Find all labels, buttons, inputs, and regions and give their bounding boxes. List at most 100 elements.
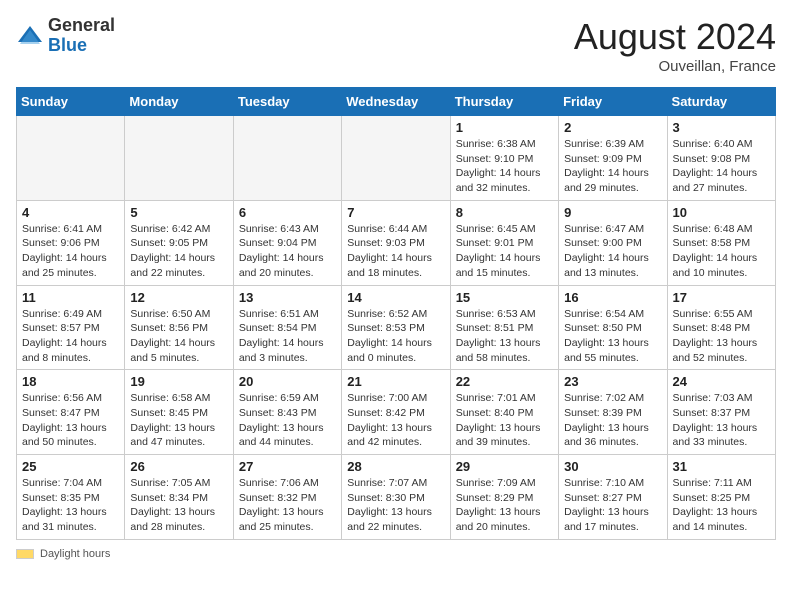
day-info: Sunrise: 6:39 AM Sunset: 9:09 PM Dayligh…: [564, 137, 661, 196]
day-info: Sunrise: 6:44 AM Sunset: 9:03 PM Dayligh…: [347, 222, 444, 281]
day-info: Sunrise: 6:42 AM Sunset: 9:05 PM Dayligh…: [130, 222, 227, 281]
day-number: 27: [239, 459, 336, 474]
logo-general: General: [48, 15, 115, 35]
calendar-cell: 26Sunrise: 7:05 AM Sunset: 8:34 PM Dayli…: [125, 455, 233, 540]
calendar-cell: 10 Sunrise: 6:48 AM Sunset: 8:58 PM Dayli…: [667, 200, 775, 285]
day-info: Sunrise: 7:10 AM Sunset: 8:27 PM Dayligh…: [564, 476, 661, 535]
calendar-week-row: 25Sunrise: 7:04 AM Sunset: 8:35 PM Dayli…: [17, 455, 776, 540]
calendar-cell: 8 Sunrise: 6:45 AM Sunset: 9:01 PM Daylig…: [450, 200, 558, 285]
day-info: Sunrise: 7:03 AM Sunset: 8:37 PM Dayligh…: [673, 391, 770, 450]
day-info: Sunrise: 7:00 AM Sunset: 8:42 PM Dayligh…: [347, 391, 444, 450]
calendar-cell: [17, 116, 125, 201]
day-info: Sunrise: 6:50 AM Sunset: 8:56 PM Dayligh…: [130, 307, 227, 366]
day-number: 16: [564, 290, 661, 305]
calendar-header-row: SundayMondayTuesdayWednesdayThursdayFrid…: [17, 88, 776, 116]
calendar-week-row: 1Sunrise: 6:38 AM Sunset: 9:10 PM Daylig…: [17, 116, 776, 201]
day-info: Sunrise: 6:41 AM Sunset: 9:06 PM Dayligh…: [22, 222, 119, 281]
day-info: Sunrise: 7:07 AM Sunset: 8:30 PM Dayligh…: [347, 476, 444, 535]
day-number: 2: [564, 120, 661, 135]
day-info: Sunrise: 6:40 AM Sunset: 9:08 PM Dayligh…: [673, 137, 770, 196]
location-subtitle: Ouveillan, France: [574, 58, 776, 75]
day-number: 26: [130, 459, 227, 474]
calendar-cell: 20Sunrise: 6:59 AM Sunset: 8:43 PM Dayli…: [233, 370, 341, 455]
day-number: 15: [456, 290, 553, 305]
calendar-cell: 13Sunrise: 6:51 AM Sunset: 8:54 PM Dayli…: [233, 285, 341, 370]
page-header: General Blue August 2024 Ouveillan, Fran…: [16, 16, 776, 75]
day-number: 21: [347, 374, 444, 389]
day-info: Sunrise: 6:38 AM Sunset: 9:10 PM Dayligh…: [456, 137, 553, 196]
day-info: Sunrise: 6:58 AM Sunset: 8:45 PM Dayligh…: [130, 391, 227, 450]
title-block: August 2024 Ouveillan, France: [574, 16, 776, 75]
day-number: 19: [130, 374, 227, 389]
day-info: Sunrise: 6:53 AM Sunset: 8:51 PM Dayligh…: [456, 307, 553, 366]
day-info: Sunrise: 7:06 AM Sunset: 8:32 PM Dayligh…: [239, 476, 336, 535]
calendar-cell: 1Sunrise: 6:38 AM Sunset: 9:10 PM Daylig…: [450, 116, 558, 201]
day-info: Sunrise: 7:02 AM Sunset: 8:39 PM Dayligh…: [564, 391, 661, 450]
day-number: 17: [673, 290, 770, 305]
day-number: 7: [347, 205, 444, 220]
calendar-header-wednesday: Wednesday: [342, 88, 450, 116]
day-info: Sunrise: 7:11 AM Sunset: 8:25 PM Dayligh…: [673, 476, 770, 535]
calendar-cell: 5 Sunrise: 6:42 AM Sunset: 9:05 PM Daylig…: [125, 200, 233, 285]
calendar-header-saturday: Saturday: [667, 88, 775, 116]
calendar-cell: [125, 116, 233, 201]
calendar-cell: 12Sunrise: 6:50 AM Sunset: 8:56 PM Dayli…: [125, 285, 233, 370]
day-info: Sunrise: 6:51 AM Sunset: 8:54 PM Dayligh…: [239, 307, 336, 366]
logo: General Blue: [16, 16, 115, 56]
calendar-cell: 4Sunrise: 6:41 AM Sunset: 9:06 PM Daylig…: [17, 200, 125, 285]
day-info: Sunrise: 6:47 AM Sunset: 9:00 PM Dayligh…: [564, 222, 661, 281]
day-info: Sunrise: 6:48 AM Sunset: 8:58 PM Dayligh…: [673, 222, 770, 281]
day-info: Sunrise: 6:52 AM Sunset: 8:53 PM Dayligh…: [347, 307, 444, 366]
calendar-week-row: 18Sunrise: 6:56 AM Sunset: 8:47 PM Dayli…: [17, 370, 776, 455]
day-number: 14: [347, 290, 444, 305]
day-info: Sunrise: 7:09 AM Sunset: 8:29 PM Dayligh…: [456, 476, 553, 535]
calendar-cell: 30 Sunrise: 7:10 AM Sunset: 8:27 PM Dayli…: [559, 455, 667, 540]
day-number: 28: [347, 459, 444, 474]
calendar-week-row: 11Sunrise: 6:49 AM Sunset: 8:57 PM Dayli…: [17, 285, 776, 370]
calendar-cell: 14 Sunrise: 6:52 AM Sunset: 8:53 PM Dayli…: [342, 285, 450, 370]
calendar-cell: 31 Sunrise: 7:11 AM Sunset: 8:25 PM Dayli…: [667, 455, 775, 540]
day-info: Sunrise: 6:45 AM Sunset: 9:01 PM Dayligh…: [456, 222, 553, 281]
calendar-header-tuesday: Tuesday: [233, 88, 341, 116]
calendar-cell: 28 Sunrise: 7:07 AM Sunset: 8:30 PM Dayli…: [342, 455, 450, 540]
day-number: 9: [564, 205, 661, 220]
daylight-bar-icon: [16, 549, 34, 559]
calendar-footer: Daylight hours: [16, 548, 776, 560]
day-number: 22: [456, 374, 553, 389]
day-number: 5: [130, 205, 227, 220]
calendar-cell: 27 Sunrise: 7:06 AM Sunset: 8:32 PM Dayli…: [233, 455, 341, 540]
day-number: 20: [239, 374, 336, 389]
calendar-cell: 16 Sunrise: 6:54 AM Sunset: 8:50 PM Dayli…: [559, 285, 667, 370]
calendar-header-monday: Monday: [125, 88, 233, 116]
calendar-header-sunday: Sunday: [17, 88, 125, 116]
month-year-title: August 2024: [574, 16, 776, 58]
day-info: Sunrise: 7:04 AM Sunset: 8:35 PM Dayligh…: [22, 476, 119, 535]
day-number: 30: [564, 459, 661, 474]
calendar-cell: 2 Sunrise: 6:39 AM Sunset: 9:09 PM Daylig…: [559, 116, 667, 201]
logo-blue: Blue: [48, 35, 87, 55]
calendar-header-thursday: Thursday: [450, 88, 558, 116]
calendar-cell: 6Sunrise: 6:43 AM Sunset: 9:04 PM Daylig…: [233, 200, 341, 285]
calendar-cell: 23Sunrise: 7:02 AM Sunset: 8:39 PM Dayli…: [559, 370, 667, 455]
calendar-cell: [342, 116, 450, 201]
day-number: 18: [22, 374, 119, 389]
calendar-header-friday: Friday: [559, 88, 667, 116]
day-number: 10: [673, 205, 770, 220]
day-number: 31: [673, 459, 770, 474]
day-info: Sunrise: 7:01 AM Sunset: 8:40 PM Dayligh…: [456, 391, 553, 450]
day-number: 8: [456, 205, 553, 220]
calendar-cell: [233, 116, 341, 201]
day-number: 29: [456, 459, 553, 474]
day-number: 6: [239, 205, 336, 220]
calendar-cell: 25Sunrise: 7:04 AM Sunset: 8:35 PM Dayli…: [17, 455, 125, 540]
calendar-cell: 29 Sunrise: 7:09 AM Sunset: 8:29 PM Dayli…: [450, 455, 558, 540]
calendar-table: SundayMondayTuesdayWednesdayThursdayFrid…: [16, 87, 776, 540]
calendar-cell: 19 Sunrise: 6:58 AM Sunset: 8:45 PM Dayli…: [125, 370, 233, 455]
calendar-week-row: 4Sunrise: 6:41 AM Sunset: 9:06 PM Daylig…: [17, 200, 776, 285]
calendar-cell: 22 Sunrise: 7:01 AM Sunset: 8:40 PM Dayli…: [450, 370, 558, 455]
day-info: Sunrise: 6:49 AM Sunset: 8:57 PM Dayligh…: [22, 307, 119, 366]
calendar-cell: 21 Sunrise: 7:00 AM Sunset: 8:42 PM Dayli…: [342, 370, 450, 455]
calendar-cell: 15 Sunrise: 6:53 AM Sunset: 8:51 PM Dayli…: [450, 285, 558, 370]
day-info: Sunrise: 6:54 AM Sunset: 8:50 PM Dayligh…: [564, 307, 661, 366]
day-number: 24: [673, 374, 770, 389]
